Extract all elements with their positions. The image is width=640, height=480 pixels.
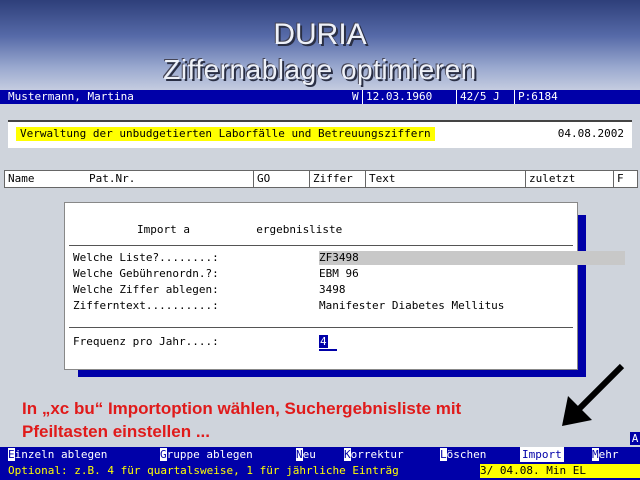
status-info: 3/ 04.08. Min EL xyxy=(480,464,640,478)
app-title: DURIA xyxy=(273,18,367,51)
scroll-indicator[interactable]: A xyxy=(630,432,640,445)
main-screen: Verwaltung der unbudgetierten Laborfälle… xyxy=(0,104,640,443)
menu-mehr[interactable]: Mehr xyxy=(592,447,619,462)
status-bar: Optional: z.B. 4 für quartalsweise, 1 fü… xyxy=(0,462,640,480)
col-go[interactable]: GO xyxy=(257,172,270,186)
dialog-title: Import a ergebnisliste xyxy=(137,223,343,236)
field-label-zifferntext: Zifferntext..........: xyxy=(73,299,219,312)
menu-neu[interactable]: Neu xyxy=(296,447,316,462)
patient-bar: Mustermann, Martina W 12.03.1960 42/5 J … xyxy=(0,90,640,104)
menu-gruppe-ablegen[interactable]: Gruppe ablegen xyxy=(160,447,253,462)
title-banner: DURIA Ziffernablage optimieren xyxy=(0,0,640,90)
app-subtitle: Ziffernablage optimieren xyxy=(163,54,477,85)
patient-birthdate: 12.03.1960 xyxy=(366,90,433,103)
field-label-ziffer: Welche Ziffer ablegen: xyxy=(73,283,219,296)
patient-name: Mustermann, Martina xyxy=(8,90,134,103)
hint-line-1: In „xc bu“ Importoption wählen, Sucherge… xyxy=(22,399,462,418)
field-label-frequenz: Frequenz pro Jahr....: xyxy=(73,335,219,348)
patient-id: P:6184 xyxy=(518,90,558,103)
col-name[interactable]: Name xyxy=(8,172,35,186)
col-patnr[interactable]: Pat.Nr. xyxy=(89,172,135,186)
patient-sex: W xyxy=(352,90,359,103)
menu-import[interactable]: Import xyxy=(520,447,564,462)
info-text: Verwaltung der unbudgetierten Laborfälle… xyxy=(16,127,435,141)
col-ziffer[interactable]: Ziffer xyxy=(313,172,353,186)
info-box: Verwaltung der unbudgetierten Laborfälle… xyxy=(8,120,632,148)
field-gebuehrenordnung[interactable]: EBM 96 xyxy=(319,267,359,281)
field-liste[interactable]: ZF3498 xyxy=(319,251,359,265)
patient-age: 42/5 J xyxy=(460,90,500,103)
menu-bar: Einzeln ablegen Gruppe ablegen Neu Korre… xyxy=(0,447,640,462)
col-zuletzt[interactable]: zuletzt xyxy=(529,172,575,186)
menu-einzeln-ablegen[interactable]: Einzeln ablegen xyxy=(8,447,107,462)
import-dialog: Import a ergebnisliste Welche Liste?....… xyxy=(64,202,625,370)
info-date: 04.08.2002 xyxy=(557,127,624,140)
selected-field-highlight xyxy=(319,251,625,265)
field-zifferntext[interactable]: Manifester Diabetes Mellitus xyxy=(319,299,504,313)
col-f[interactable]: F xyxy=(617,172,624,186)
col-text[interactable]: Text xyxy=(369,172,396,186)
menu-korrektur[interactable]: Korrektur xyxy=(344,447,404,462)
arrow-down-left-icon xyxy=(562,363,625,426)
frequenz-value: 4 xyxy=(319,335,328,348)
status-text: Optional: z.B. 4 für quartalsweise, 1 fü… xyxy=(8,464,399,477)
field-ziffer[interactable]: 3498 xyxy=(319,283,346,297)
tutorial-hint: In „xc bu“ Importoption wählen, Sucherge… xyxy=(22,397,562,443)
hint-line-2: Pfeiltasten einstellen ... xyxy=(22,422,211,441)
field-label-liste: Welche Liste?........: xyxy=(73,251,219,264)
menu-loeschen[interactable]: Löschen xyxy=(440,447,486,462)
table-header: Name Pat.Nr. GO Ziffer Text zuletzt F xyxy=(4,170,638,188)
field-label-gebuehrenordnung: Welche Gebührenordn.?: xyxy=(73,267,219,280)
frequenz-input[interactable]: 4 xyxy=(319,335,337,351)
